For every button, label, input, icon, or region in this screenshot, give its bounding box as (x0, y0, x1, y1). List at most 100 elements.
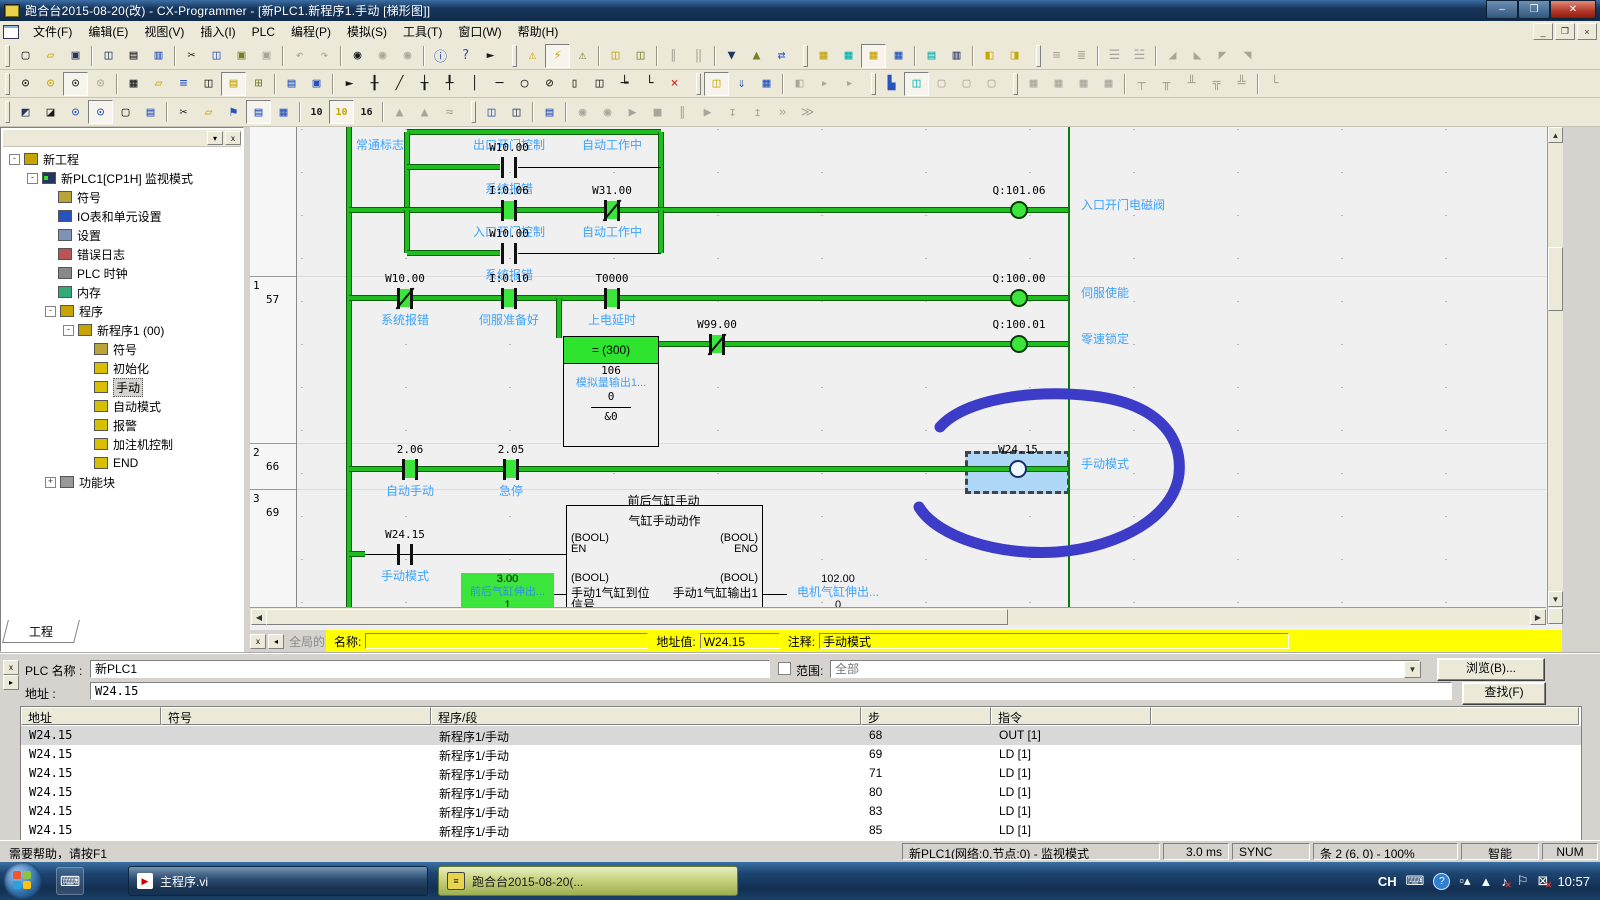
volume-muted-icon[interactable]: ♪✕ (1501, 874, 1508, 889)
plc-name-field[interactable]: 新PLC1 (90, 660, 770, 678)
menu-帮助(H)[interactable]: 帮助(H) (510, 23, 567, 41)
network-disconnected-icon[interactable]: ⊠✕ (1538, 873, 1549, 889)
tree-item-自动模式[interactable]: 自动模式 (81, 397, 161, 415)
toolbar-button[interactable]: ◫ (603, 44, 628, 68)
toolbar-button[interactable]: 10 (329, 100, 354, 124)
toolbar-button[interactable]: ▤ (537, 100, 562, 124)
start-button[interactable] (4, 862, 42, 900)
toolbar-button[interactable]: ▼ (719, 44, 744, 68)
toolbar-button[interactable]: ⊙ (13, 72, 38, 96)
toolbar-button[interactable]: ⊙ (38, 72, 63, 96)
toolbar-button[interactable]: ▦ (271, 100, 296, 124)
hscroll-thumb[interactable] (266, 609, 1008, 625)
ladder-vscrollbar[interactable]: ▲ ▼ (1547, 127, 1563, 624)
coil[interactable] (1010, 335, 1028, 353)
function-block[interactable]: 气缸手动动作 (BOOL) EN (BOOL) ENO (BOOL) 手动1气缸… (566, 505, 763, 607)
range-checkbox[interactable] (778, 662, 791, 675)
toolbar-button[interactable]: ╀ (437, 72, 462, 96)
tree-toggle-icon[interactable]: - (45, 306, 56, 317)
toolbar-handle[interactable] (5, 101, 10, 123)
mdi-minimize-button[interactable]: _ (1533, 23, 1553, 40)
tree-item-新程序1 (00)[interactable]: -新程序1 (00) (63, 321, 164, 339)
toolbar-button[interactable]: ⚡ (545, 44, 570, 68)
toolbar-button[interactable]: ► (478, 44, 503, 68)
toolbar-button[interactable]: ◫ (196, 72, 221, 96)
contact-bar[interactable] (501, 157, 504, 178)
toolbar-button[interactable]: ▦ (886, 44, 911, 68)
toolbar-button[interactable]: ▦ (861, 44, 886, 68)
toolbar-button[interactable]: ○ (512, 72, 537, 96)
toolbar-button[interactable]: ▤ (221, 72, 246, 96)
find-button[interactable]: 查找(F) (1462, 682, 1546, 705)
quick-launch-keyboard-icon[interactable]: ⌨ (56, 867, 84, 895)
toolbar-handle[interactable] (471, 101, 476, 123)
window-tray-icon[interactable]: ▫▴ (1459, 873, 1470, 889)
tree-item-错误日志[interactable]: 错误日志 (45, 245, 125, 263)
toolbar-button[interactable]: ⇄ (769, 44, 794, 68)
coil[interactable] (1010, 201, 1028, 219)
toolbar-button[interactable]: ▲ (744, 44, 769, 68)
contact-bar[interactable] (501, 200, 504, 221)
minimize-button[interactable]: – (1486, 0, 1518, 19)
vscroll-thumb[interactable] (1548, 247, 1563, 311)
toolbar-button[interactable]: ▢ (113, 100, 138, 124)
tree-item-加注机控制[interactable]: 加注机控制 (81, 435, 173, 453)
table-row[interactable]: W24.15新程序1/手动68OUT [1] (21, 726, 1581, 745)
toolbar-button[interactable]: ▙ (879, 72, 904, 96)
scroll-down-icon[interactable]: ▼ (1548, 591, 1563, 607)
toolbar-button[interactable]: ▯ (562, 72, 587, 96)
table-row[interactable]: W24.15新程序1/手动85LD [1] (21, 821, 1581, 840)
coil[interactable] (1010, 289, 1028, 307)
toolbar-handle[interactable] (5, 45, 10, 67)
mdi-close-button[interactable]: × (1577, 23, 1597, 40)
close-button[interactable]: ✕ (1550, 0, 1596, 19)
toolbar-handle[interactable] (803, 45, 808, 67)
toolbar-button[interactable]: ▤ (919, 44, 944, 68)
contact-bar[interactable] (516, 459, 519, 480)
column-header-符号[interactable]: 符号 (161, 707, 431, 725)
contact-bar[interactable] (514, 200, 517, 221)
panel-pin-icon[interactable]: ▸ (3, 675, 19, 690)
toolbar-button[interactable]: 16 (354, 100, 379, 124)
tree-item-END[interactable]: END (81, 454, 138, 472)
contact-bar[interactable] (501, 288, 504, 309)
tree-item-符号[interactable]: 符号 (45, 188, 101, 206)
clock[interactable]: 10:57 (1557, 874, 1590, 889)
toolbar-button[interactable]: 10 (304, 100, 329, 124)
toolbar-button[interactable]: ◧ (977, 44, 1002, 68)
toolbar-button[interactable]: ╁ (412, 72, 437, 96)
toolbar-button[interactable]: ▦ (811, 44, 836, 68)
panel-close-icon[interactable]: x (3, 660, 19, 675)
toolbar-button[interactable]: ? (453, 44, 478, 68)
toolbar-button[interactable]: ▣ (304, 72, 329, 96)
table-row[interactable]: W24.15新程序1/手动71LD [1] (21, 764, 1581, 783)
tree-item-新工程[interactable]: -新工程 (9, 150, 79, 168)
energized-operand-box[interactable]: 3.00前后气缸伸出...1 (461, 573, 554, 607)
toolbar-button[interactable]: ⚑ (221, 100, 246, 124)
contact-bar[interactable] (514, 157, 517, 178)
toolbar-button[interactable]: ▢ (13, 44, 38, 68)
toolbar-button[interactable]: ⊘ (537, 72, 562, 96)
tree-pane-dropdown-icon[interactable]: ▾ (207, 131, 223, 145)
toolbar-button[interactable]: ≡ (171, 72, 196, 96)
toolbar-button[interactable]: ⇓ (729, 72, 754, 96)
toolbar-button[interactable]: ◫ (204, 44, 229, 68)
table-row[interactable]: W24.15新程序1/手动80LD [1] (21, 783, 1581, 802)
toolbar-button[interactable]: ▦ (121, 72, 146, 96)
taskbar-item-cx-programmer[interactable]: ≡ 跑合台2015-08-20(... (438, 866, 738, 896)
tree-item-内存[interactable]: 内存 (45, 283, 101, 301)
toolbar-button[interactable]: ◫ (704, 72, 729, 96)
toolbar-handle[interactable] (696, 73, 701, 95)
table-row[interactable]: W24.15新程序1/手动69LD [1] (21, 745, 1581, 764)
taskbar-item-labview[interactable]: ▶ 主程序.vi (128, 866, 428, 896)
column-header-步[interactable]: 步 (861, 707, 991, 725)
toolbar-button[interactable]: ▱ (146, 72, 171, 96)
tree-item-报警[interactable]: 报警 (81, 416, 137, 434)
scroll-right-icon[interactable]: ▶ (1530, 609, 1546, 625)
tree-item-初始化[interactable]: 初始化 (81, 359, 149, 377)
toolbar-button[interactable]: ⊞ (246, 72, 271, 96)
toolbar-button[interactable]: ◫ (96, 44, 121, 68)
contact-bar[interactable] (410, 544, 413, 565)
menu-视图(V)[interactable]: 视图(V) (136, 23, 192, 41)
range-dropdown-arrow-icon[interactable]: ▼ (1404, 661, 1421, 678)
